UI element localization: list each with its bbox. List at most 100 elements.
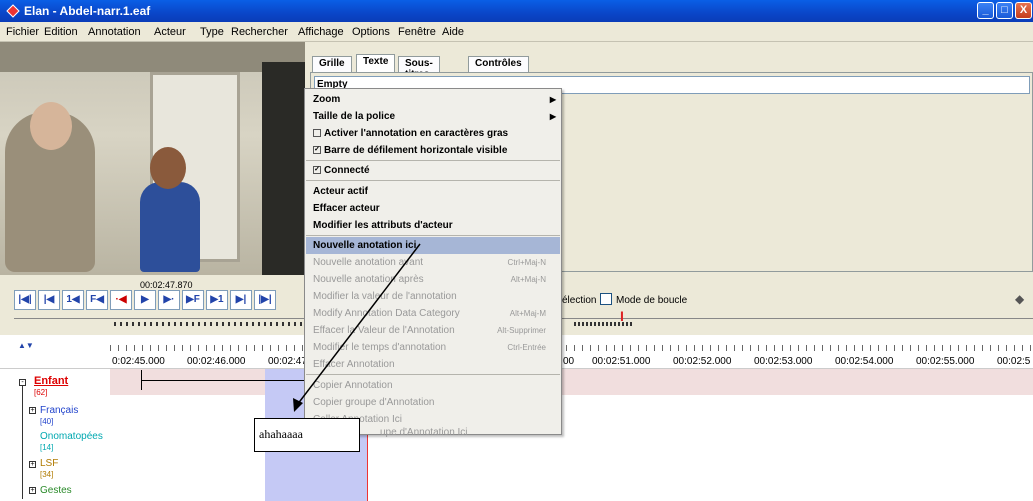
menu-aide[interactable]: Aide <box>442 26 464 38</box>
tier-label-gestes[interactable]: Gestes <box>40 485 72 496</box>
tier-count-francais: [40] <box>40 417 54 426</box>
previous-pixel-button[interactable]: F◀ <box>86 290 108 310</box>
tier-expand-icon[interactable]: + <box>29 461 36 468</box>
tier-label-onomatopees[interactable]: Onomatopées <box>40 431 103 442</box>
tier-names-panel: - Enfant [62] + Français [40] Onomatopée… <box>0 369 110 501</box>
menu-item-delete-annotation[interactable]: Effacer Annotation <box>306 356 560 373</box>
menu-item-horizontal-scrollbar[interactable]: ✓ Barre de défilement horizontale visible <box>306 142 560 159</box>
menu-item-delete-tier[interactable]: Effacer acteur <box>306 200 560 217</box>
menu-item-font-size[interactable]: Taille de la police ▶ <box>306 108 560 125</box>
menu-item-modify-data-category[interactable]: Modify Annotation Data Category Alt+Maj-M <box>306 305 560 322</box>
menu-item-modify-annotation-value[interactable]: Modifier la valeur de l'annotation <box>306 288 560 305</box>
menu-options[interactable]: Options <box>352 26 390 38</box>
media-timecode: 00:02:47.870 <box>140 280 193 290</box>
menu-item-modify-annotation-time[interactable]: Modifier le temps d'annotation Ctrl-Entré… <box>306 339 560 356</box>
step-back-button[interactable]: ·◀ <box>110 290 132 310</box>
go-to-begin-button[interactable]: |◀| <box>14 290 36 310</box>
menu-shortcut: Alt-Supprimer <box>497 326 546 335</box>
menu-item-connected[interactable]: ✓ Connecté <box>306 162 560 179</box>
step-forward-button[interactable]: ▶· <box>158 290 180 310</box>
checkbox-checked-icon: ✓ <box>313 146 321 155</box>
menu-shortcut: Ctrl+Maj-N <box>507 258 546 267</box>
tier-label-francais[interactable]: Français <box>40 405 78 416</box>
next-second-button[interactable]: ▶1 <box>206 290 228 310</box>
menu-type[interactable]: Type <box>200 26 224 38</box>
menu-rechercher[interactable]: Rechercher <box>231 26 288 38</box>
tier-expand-icon[interactable]: - <box>19 379 26 386</box>
menu-separator <box>306 374 560 375</box>
menu-bar: Fichier Edition Annotation Acteur Type R… <box>0 22 1033 42</box>
minimize-button[interactable]: _ <box>977 2 994 19</box>
next-frame-button[interactable]: ▶| <box>230 290 252 310</box>
menu-item-label: Modify Annotation Data Category <box>313 308 460 319</box>
collapse-arrows-icon[interactable]: ▲▼ <box>18 341 34 350</box>
tier-row-francais[interactable] <box>110 395 1033 421</box>
overview-ticks-right <box>574 322 634 326</box>
go-to-end-button[interactable]: |▶| <box>254 290 276 310</box>
tier-expand-icon[interactable]: + <box>29 487 36 494</box>
menu-item-clear-annotation-value[interactable]: Effacer la Valeur de l'Annotation Alt-Sup… <box>306 322 560 339</box>
menu-affichage[interactable]: Affichage <box>298 26 344 38</box>
maximize-button[interactable]: □ <box>996 2 1013 19</box>
menu-item-paste-group-partial: upe d'Annotation Ici <box>380 427 468 438</box>
menu-fenetre[interactable]: Fenêtre <box>398 26 436 38</box>
tick-label: 00:02:51.000 <box>592 356 651 367</box>
menu-item-label: Taille de la police <box>313 111 396 122</box>
submenu-arrow-icon: ▶ <box>549 112 556 121</box>
menu-acteur[interactable]: Acteur <box>154 26 186 38</box>
video-wall <box>0 42 305 72</box>
next-pixel-button[interactable]: ▶F <box>182 290 204 310</box>
tier-count-lsf: [34] <box>40 470 54 479</box>
menu-item-label: Connecté <box>324 165 370 176</box>
tick-label: 00:02:53.000 <box>754 356 813 367</box>
close-button[interactable]: X <box>1015 2 1032 19</box>
menu-annotation[interactable]: Annotation <box>88 26 141 38</box>
tier-label-enfant[interactable]: Enfant <box>34 375 68 387</box>
selection-mode-label: élection <box>562 295 597 306</box>
checkbox-unchecked-icon <box>313 129 321 138</box>
volume-slider-icon[interactable]: ◆ <box>1015 292 1024 306</box>
annotation-segment[interactable] <box>141 380 311 381</box>
menu-item-copy-annotation[interactable]: Copier Annotation <box>306 377 560 394</box>
tier-row-onomatopees[interactable] <box>110 421 1033 447</box>
menu-item-zoom[interactable]: Zoom ▶ <box>306 91 560 108</box>
loop-mode-checkbox[interactable] <box>600 293 612 305</box>
menu-separator <box>306 160 560 161</box>
tab-sous-titres[interactable]: Sous-titres <box>398 56 440 80</box>
play-button[interactable]: ▶ <box>134 290 156 310</box>
previous-second-button[interactable]: 1◀ <box>62 290 84 310</box>
tab-texte[interactable]: Texte <box>356 54 396 72</box>
tick-label: 0:02:45.000 <box>112 356 165 367</box>
menu-separator <box>306 235 560 236</box>
menu-item-tier-attributes[interactable]: Modifier les attributs d'acteur <box>306 217 560 234</box>
loop-mode-label: Mode de boucle <box>616 295 688 306</box>
previous-frame-button[interactable]: |◀ <box>38 290 60 310</box>
menu-shortcut: Alt+Maj-M <box>509 309 546 318</box>
video-viewer[interactable] <box>0 42 305 275</box>
timeline-ticks <box>110 345 1033 351</box>
tick-label: 00:02:46.000 <box>187 356 246 367</box>
tier-row-gestes[interactable] <box>110 473 1033 499</box>
title-bar: Elan - Abdel-narr.1.eaf _ □ X <box>0 0 1033 22</box>
tier-row-enfant[interactable] <box>110 369 1033 395</box>
tier-expand-icon[interactable]: + <box>29 407 36 414</box>
menu-fichier[interactable]: Fichier <box>6 26 39 38</box>
tick-label: 00:02:5 <box>997 356 1031 367</box>
tier-label-lsf[interactable]: LSF <box>40 458 58 469</box>
menu-item-copy-annotation-group[interactable]: Copier groupe d'Annotation <box>306 394 560 411</box>
overview-ticks <box>114 322 314 326</box>
menu-item-new-annotation-here[interactable]: Nouvelle anotation ici <box>306 237 560 254</box>
menu-shortcut: Alt+Maj-N <box>510 275 546 284</box>
tier-context-menu: Zoom ▶ Taille de la police ▶ Activer l'ann… <box>304 88 562 435</box>
menu-item-new-annotation-before[interactable]: Nouvelle anotation avant Ctrl+Maj-N <box>306 254 560 271</box>
menu-item-label: Modifier le temps d'annotation <box>313 342 447 353</box>
tick-label: 00 <box>563 356 575 367</box>
tier-row-lsf[interactable] <box>110 447 1033 473</box>
menu-edition[interactable]: Edition <box>44 26 78 38</box>
tab-controles[interactable]: Contrôles <box>468 56 529 72</box>
menu-item-new-annotation-after[interactable]: Nouvelle anotation après Alt+Maj-N <box>306 271 560 288</box>
tab-grille[interactable]: Grille <box>312 56 352 72</box>
menu-item-active-tier[interactable]: Acteur actif <box>306 183 560 200</box>
menu-item-bold-annotation[interactable]: Activer l'annotation en caractères gras <box>306 125 560 142</box>
tier-tree-line <box>22 379 23 499</box>
